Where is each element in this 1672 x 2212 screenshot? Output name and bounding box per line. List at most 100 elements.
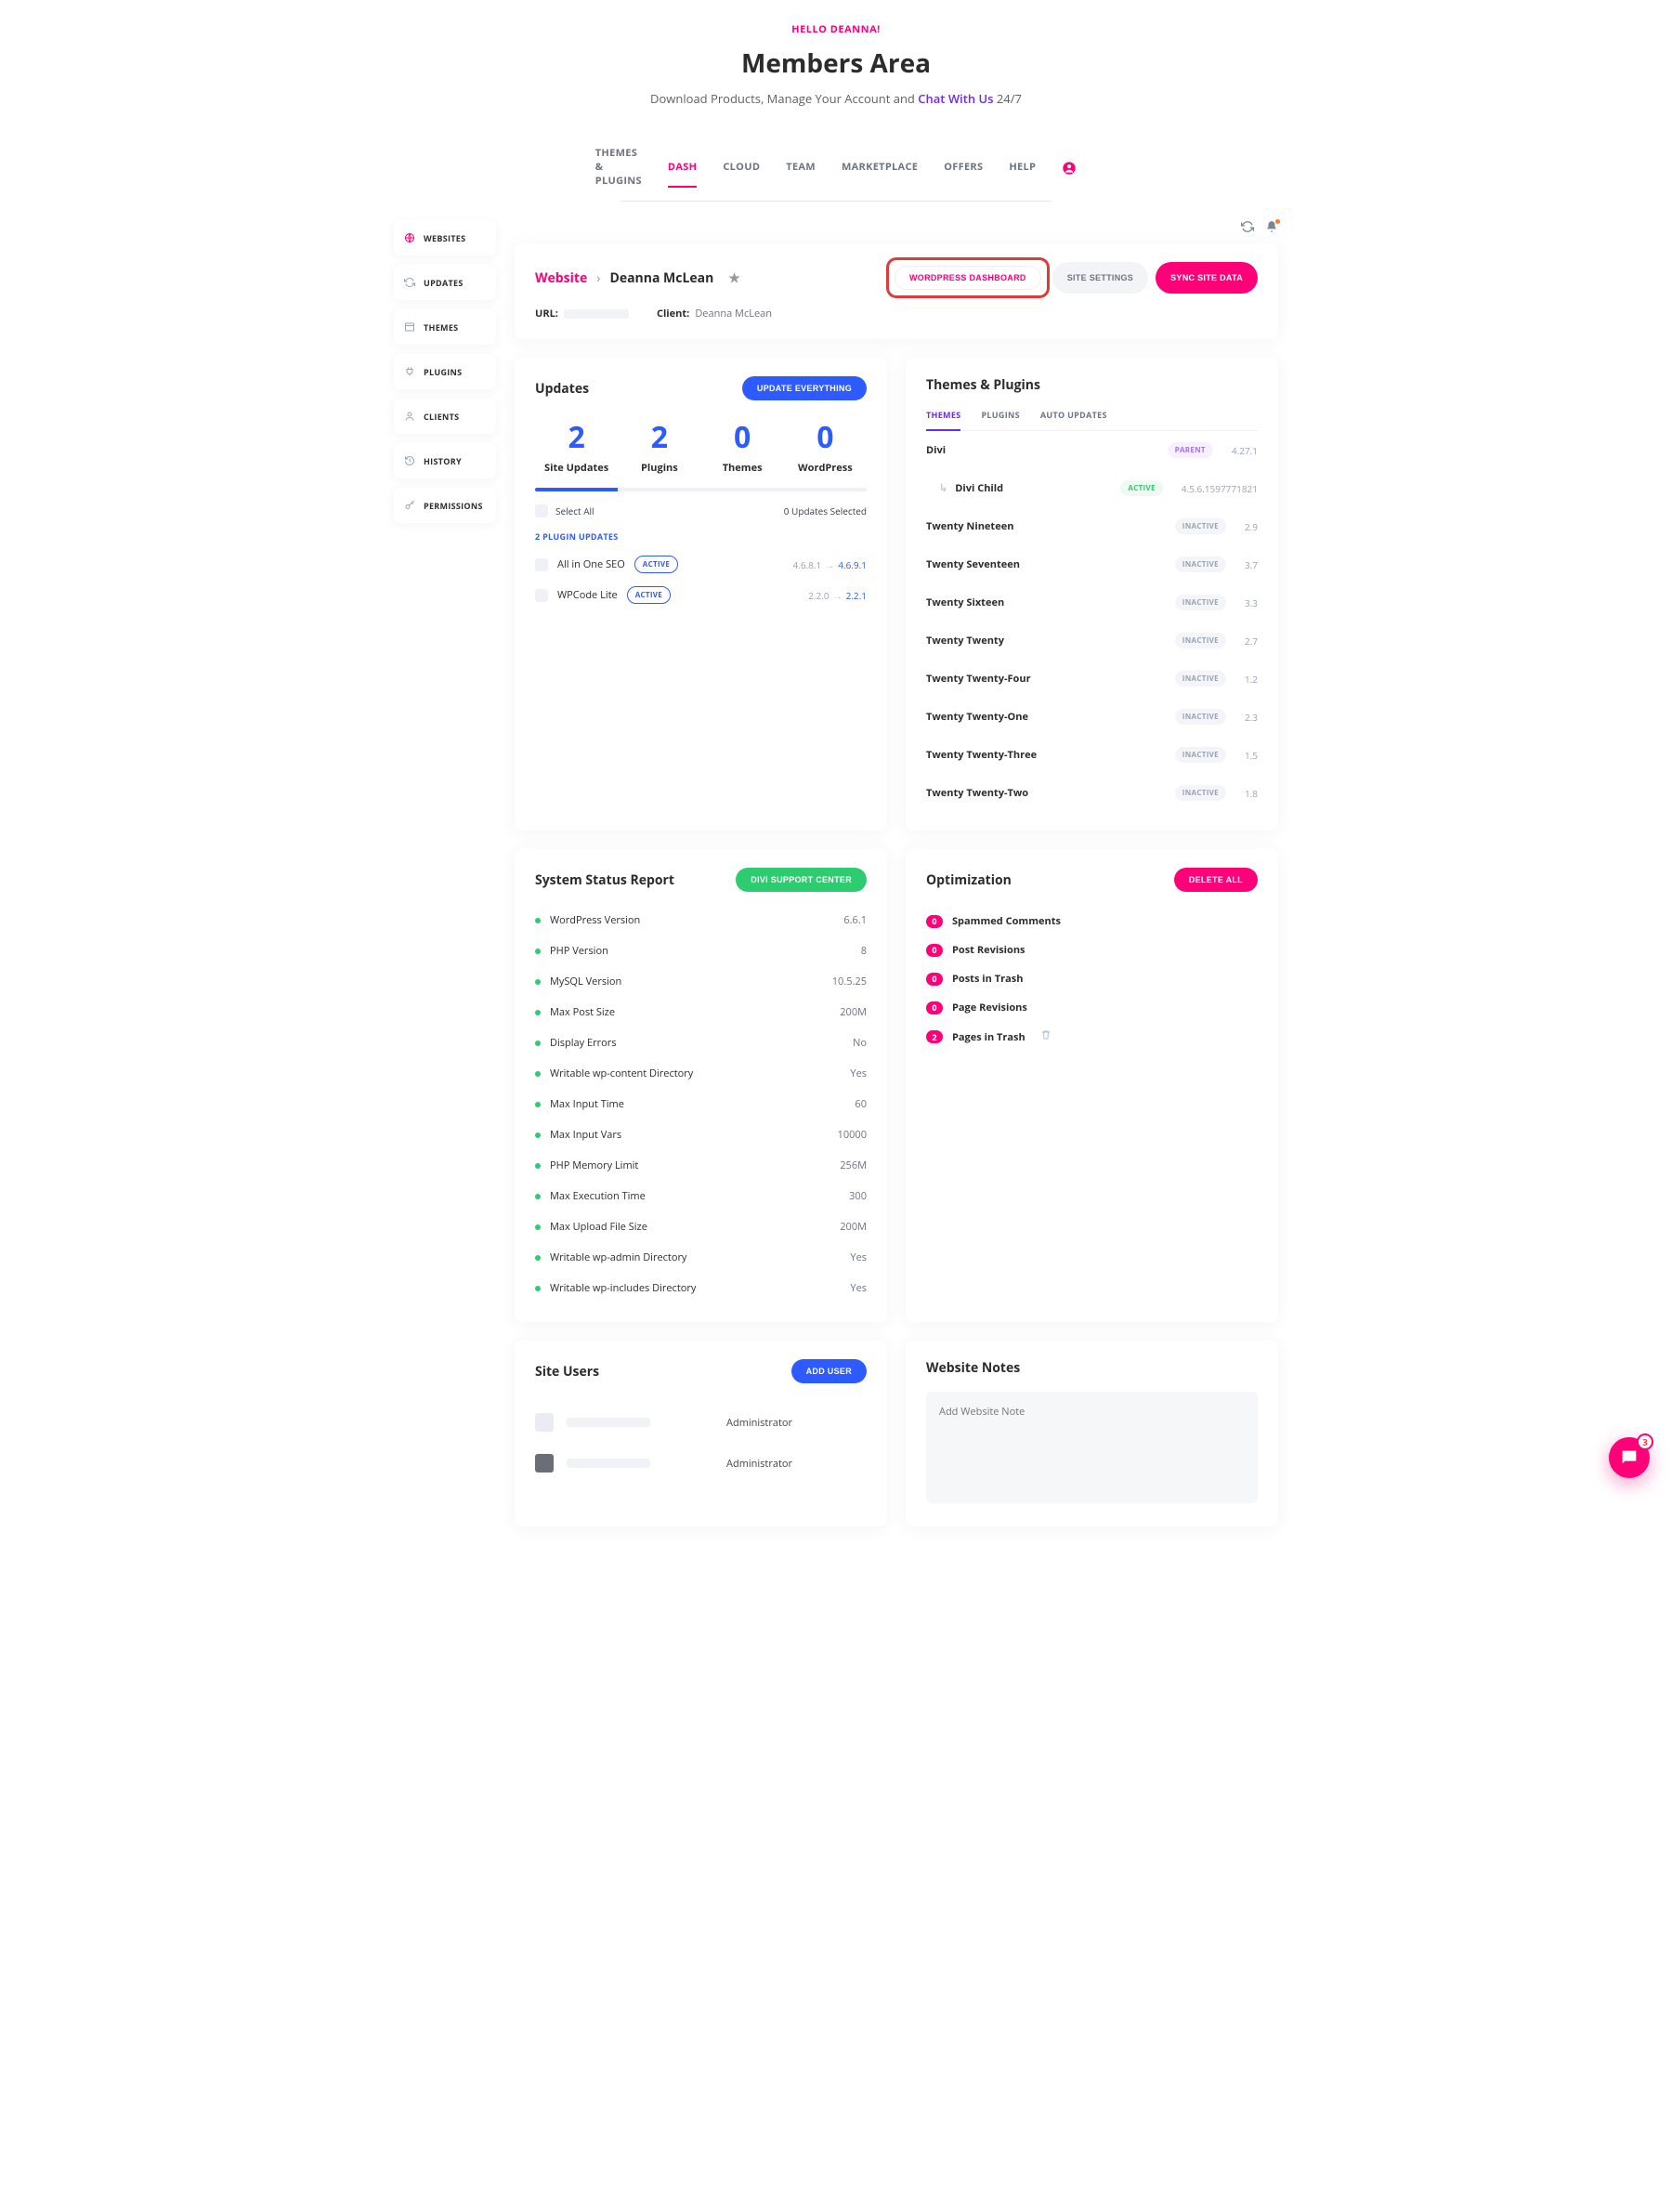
status-row: Writable wp-content DirectoryYes [535, 1058, 867, 1089]
plugin-updates-label: 2 PLUGIN UPDATES [535, 530, 867, 543]
theme-version: 1.5 [1245, 749, 1258, 762]
nav-item-marketplace[interactable]: MARKETPLACE [842, 149, 918, 187]
theme-row: Twenty Twenty-ThreeINACTIVE1.5 [926, 736, 1258, 774]
status-badge: INACTIVE [1175, 556, 1226, 572]
add-user-button[interactable]: ADD USER [791, 1359, 867, 1383]
status-value: No [853, 1036, 867, 1050]
theme-row: ↳Divi ChildACTIVE4.5.6.1597771821 [926, 469, 1258, 507]
nav-item-help[interactable]: HELP [1009, 149, 1036, 187]
theme-version: 3.7 [1245, 558, 1258, 571]
stat-wordpress: 0WordPress [784, 417, 867, 475]
avatar [535, 1413, 554, 1432]
user-name-redacted [567, 1459, 650, 1468]
nav-item-themes-plugins[interactable]: THEMES & PLUGINS [595, 135, 642, 201]
nav-item-dash[interactable]: DASH [668, 149, 697, 187]
status-label: Max Post Size [550, 1005, 615, 1019]
sidebar-item-websites[interactable]: WEBSITES [394, 220, 496, 255]
sidebar-item-themes[interactable]: THEMES [394, 309, 496, 345]
wordpress-dashboard-button[interactable]: WORDPRESS DASHBOARD [895, 266, 1041, 290]
star-icon[interactable]: ★ [728, 269, 740, 287]
status-row: Display ErrorsNo [535, 1027, 867, 1058]
sidebar-item-plugins[interactable]: PLUGINS [394, 354, 496, 389]
count-badge: 0 [926, 973, 943, 986]
status-value: 8 [861, 944, 867, 958]
sidebar-item-label: PERMISSIONS [424, 500, 483, 512]
sidebar-item-permissions[interactable]: PERMISSIONS [394, 488, 496, 523]
themes-plugins-card: Themes & Plugins THEMESPLUGINSAUTO UPDAT… [906, 358, 1278, 831]
globe-icon [403, 231, 416, 244]
stat-number: 0 [701, 417, 784, 457]
updates-card: Updates UPDATE EVERYTHING 2Site Updates2… [515, 358, 887, 831]
sidebar-item-clients[interactable]: CLIENTS [394, 399, 496, 434]
status-row: PHP Memory Limit256M [535, 1150, 867, 1181]
site-settings-button[interactable]: SITE SETTINGS [1052, 262, 1148, 294]
theme-name: Twenty Twenty-Three [926, 748, 1037, 762]
breadcrumb-root[interactable]: Website [535, 269, 587, 287]
nav-item-cloud[interactable]: CLOUD [723, 149, 760, 187]
status-value: Yes [850, 1250, 867, 1264]
select-all-checkbox[interactable] [535, 504, 548, 517]
select-all-label: Select All [555, 504, 594, 517]
website-note-input[interactable] [926, 1392, 1258, 1503]
status-label: Max Input Time [550, 1097, 624, 1111]
stat-number: 2 [618, 417, 700, 457]
user-account-icon[interactable] [1062, 161, 1077, 176]
chat-fab[interactable]: 3 [1609, 1437, 1650, 1478]
nav-item-team[interactable]: TEAM [786, 149, 816, 187]
website-header-card: Website › Deanna McLean ★ WORDPRESS DASH… [515, 243, 1278, 339]
status-badge: ACTIVE [634, 556, 678, 573]
status-row: Writable wp-includes DirectoryYes [535, 1273, 867, 1303]
update-checkbox[interactable] [535, 558, 548, 571]
nav-item-offers[interactable]: OFFERS [944, 149, 983, 187]
status-row: Max Execution Time300 [535, 1181, 867, 1211]
sync-site-data-button[interactable]: SYNC SITE DATA [1156, 262, 1258, 294]
tab-plugins[interactable]: PLUGINS [981, 409, 1019, 430]
chat-link[interactable]: Chat With Us [918, 90, 993, 107]
theme-version: 4.27.1 [1232, 444, 1258, 457]
bell-icon[interactable] [1265, 220, 1278, 238]
status-value: 10.5.25 [832, 975, 867, 988]
stat-label: WordPress [784, 461, 867, 475]
theme-version: 4.5.6.1597771821 [1182, 482, 1258, 495]
status-dot-icon [535, 1102, 541, 1107]
status-dot-icon [535, 979, 541, 985]
optimization-row: 0Posts in Trash [926, 964, 1258, 993]
refresh-icon[interactable] [1241, 220, 1254, 238]
chevron-right-icon: › [596, 269, 600, 287]
sidebar-item-label: THEMES [424, 321, 458, 334]
status-badge: INACTIVE [1175, 518, 1226, 534]
status-value: 60 [855, 1097, 867, 1111]
status-value: Yes [850, 1067, 867, 1080]
user-name-redacted [567, 1418, 650, 1427]
divi-support-center-button[interactable]: DIVI SUPPORT CENTER [736, 868, 867, 892]
plug-icon [403, 365, 416, 378]
tab-auto-updates[interactable]: AUTO UPDATES [1040, 409, 1107, 430]
trash-icon[interactable] [1040, 1029, 1052, 1044]
status-badge: ACTIVE [627, 586, 671, 604]
optimization-row: 2Pages in Trash [926, 1022, 1258, 1052]
version-change: 4.6.8.1→4.6.9.1 [792, 558, 867, 571]
system-status-title: System Status Report [535, 871, 674, 889]
update-checkbox[interactable] [535, 589, 548, 602]
status-row: WordPress Version6.6.1 [535, 905, 867, 936]
sidebar-item-history[interactable]: HISTORY [394, 443, 496, 478]
status-label: Writable wp-includes Directory [550, 1281, 696, 1295]
sidebar-item-updates[interactable]: UPDATES [394, 265, 496, 300]
plugin-name: WPCode Lite [557, 588, 618, 602]
delete-all-button[interactable]: DELETE ALL [1174, 868, 1258, 892]
status-dot-icon [535, 1010, 541, 1015]
theme-version: 1.8 [1245, 787, 1258, 800]
status-badge: PARENT [1168, 442, 1213, 458]
theme-name: Twenty Twenty-One [926, 710, 1028, 724]
version-change: 2.2.0→2.2.1 [808, 589, 867, 602]
stat-site-updates: 2Site Updates [535, 417, 618, 475]
status-badge: INACTIVE [1175, 671, 1226, 687]
optimization-label: Post Revisions [952, 943, 1025, 957]
status-dot-icon [535, 1041, 541, 1046]
theme-version: 2.7 [1245, 635, 1258, 648]
update-everything-button[interactable]: UPDATE EVERYTHING [742, 376, 867, 400]
theme-name: Twenty Seventeen [926, 557, 1020, 571]
tab-themes[interactable]: THEMES [926, 409, 960, 430]
breadcrumb: Website › Deanna McLean ★ [535, 269, 740, 287]
update-item: All in One SEOACTIVE4.6.8.1→4.6.9.1 [535, 556, 867, 573]
